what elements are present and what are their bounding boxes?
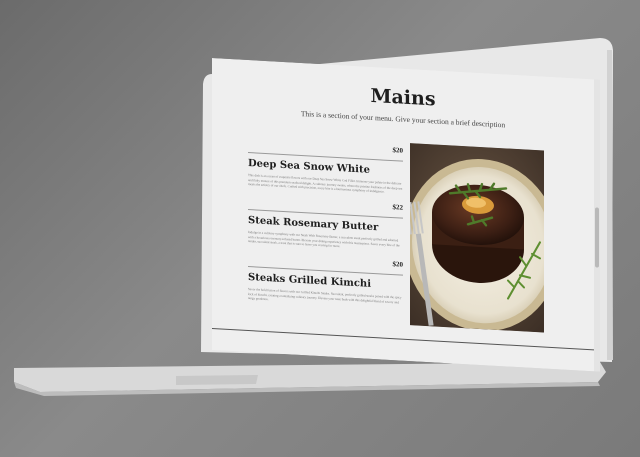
screen: Mains This is a section of your menu. Gi… bbox=[212, 58, 602, 372]
scrollbar[interactable] bbox=[594, 79, 600, 372]
item-description: This dish is an ocean of exquisite flavo… bbox=[248, 173, 403, 194]
menu-page: Mains This is a section of your menu. Gi… bbox=[212, 58, 596, 372]
menu-item[interactable]: $20 Steaks Grilled Kimchi Savor the bold… bbox=[248, 252, 403, 318]
laptop-scene: Mains This is a section of your menu. Gi… bbox=[0, 0, 640, 457]
item-price: $20 bbox=[392, 146, 404, 155]
item-description: Savor the bold fusion of flavors with ou… bbox=[248, 287, 402, 305]
menu-item[interactable]: $22 Steak Rosemary Butter Indulge in a c… bbox=[248, 195, 403, 261]
item-description: Indulge in a culinary symphony with our … bbox=[248, 230, 400, 249]
trackpad-notch bbox=[176, 375, 258, 385]
steak-dish-photo bbox=[410, 143, 544, 333]
menu-item[interactable]: $20 Deep Sea Snow White This dish is an … bbox=[248, 138, 403, 204]
menu-items-list: $20 Deep Sea Snow White This dish is an … bbox=[248, 138, 403, 318]
item-price: $22 bbox=[392, 203, 404, 212]
scrollbar-thumb[interactable] bbox=[595, 207, 599, 268]
lid-edge bbox=[607, 50, 613, 360]
item-price: $20 bbox=[392, 260, 404, 269]
